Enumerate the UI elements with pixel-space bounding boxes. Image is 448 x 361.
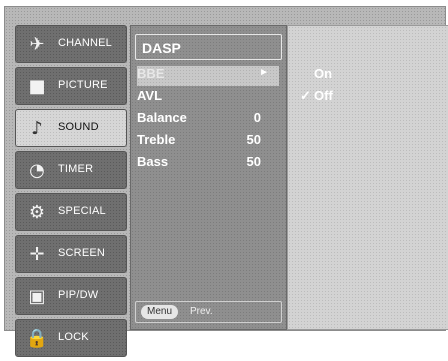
tv-osd-screen: ✈ CHANNEL ■ PICTURE ♪ SOUND ◔ TIMER ⚙ SP… [4,6,448,357]
tab-label: PICTURE [58,79,108,91]
submenu-arrow-icon: ► [259,67,269,78]
menu-item-value: 50 [246,132,261,147]
timer-icon: ◔ [29,159,45,181]
tab-label: SPECIAL [58,205,106,217]
bbe-submenu: On ✓ Off [287,25,448,330]
menu-button[interactable]: Menu [141,305,179,319]
menu-item-dasp[interactable]: DASP [135,34,282,60]
tab-label: TIMER [58,163,94,175]
tab-picture[interactable]: ■ PICTURE [15,67,127,105]
tab-sound[interactable]: ♪ SOUND [15,109,127,147]
menu-item-avl[interactable]: AVL [137,88,279,108]
tab-lock[interactable]: 🔒 LOCK [15,319,127,357]
option-label: Off [314,88,333,103]
pip-icon: ▣ [28,285,46,307]
tab-timer[interactable]: ◔ TIMER [15,151,127,189]
menu-item-balance[interactable]: Balance 0 [137,110,279,130]
menu-item-treble[interactable]: Treble 50 [137,132,279,152]
screen-icon: ✛ [29,243,45,265]
sound-icon: ♪ [31,117,43,139]
tab-label: PIP/DW [58,289,99,301]
tab-label: LOCK [58,331,89,343]
special-icon: ⚙ [28,201,46,223]
picture-icon: ■ [28,75,46,97]
prev-label: Prev. [190,306,213,317]
option-off[interactable]: ✓ Off [300,88,440,108]
menu-item-bbe[interactable]: BBE ► [137,66,279,86]
option-on[interactable]: On [300,66,440,86]
menu-item-label: BBE [137,66,165,81]
tab-label: SCREEN [58,247,106,259]
option-label: On [314,66,333,81]
main-menu-tabs: ✈ CHANNEL ■ PICTURE ♪ SOUND ◔ TIMER ⚙ SP… [15,25,127,361]
tab-channel[interactable]: ✈ CHANNEL [15,25,127,63]
tab-special[interactable]: ⚙ SPECIAL [15,193,127,231]
menu-item-label: AVL [137,88,163,103]
tab-screen[interactable]: ✛ SCREEN [15,235,127,273]
sound-settings-panel: DASP BBE ► AVL Balance 0 Treble 50 Bass … [130,25,287,330]
menu-item-label: Bass [137,154,169,169]
lock-icon: 🔒 [25,327,49,349]
menu-item-label: Balance [137,110,187,125]
tab-label: SOUND [58,121,99,133]
check-icon: ✓ [300,88,311,103]
channel-icon: ✈ [29,33,45,55]
menu-item-label: Treble [137,132,176,147]
menu-item-value: 50 [246,154,261,169]
tab-label: CHANNEL [58,37,112,49]
menu-item-bass[interactable]: Bass 50 [137,154,279,174]
menu-item-value: 0 [253,110,261,125]
tab-pip-dw[interactable]: ▣ PIP/DW [15,277,127,315]
menu-footer: Menu Prev. [135,301,282,323]
